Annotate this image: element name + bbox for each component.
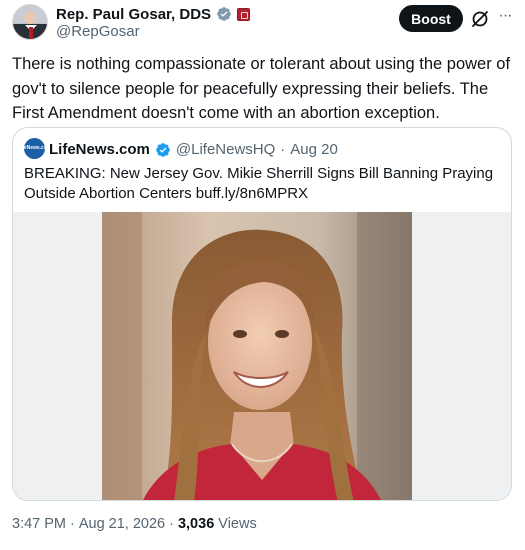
- grok-icon[interactable]: [470, 9, 490, 29]
- meta-separator: ·: [169, 516, 174, 532]
- quote-header: LifeNews.com @LifeNewsHQ · Aug 20: [49, 141, 338, 158]
- lifenews-logo-icon: LifeNews.com: [18, 138, 51, 159]
- views-count[interactable]: 3,036: [178, 516, 214, 532]
- verified-badge-icon: [217, 7, 231, 21]
- more-options-icon[interactable]: ···: [494, 8, 516, 28]
- tweet: Rep. Paul Gosar, DDS @RepGosar Boost ···…: [0, 0, 525, 550]
- portrait-photo: [102, 212, 412, 500]
- author-name-row: Rep. Paul Gosar, DDS: [56, 5, 251, 23]
- quote-author-handle[interactable]: @LifeNewsHQ: [176, 141, 275, 158]
- tweet-date[interactable]: Aug 21, 2026: [79, 516, 165, 532]
- house-seal-icon: [237, 7, 251, 21]
- verified-badge-icon: [156, 142, 170, 157]
- author-avatar[interactable]: [12, 4, 48, 40]
- quote-media[interactable]: [13, 212, 511, 500]
- meta-separator: ·: [70, 516, 75, 532]
- quoted-tweet-card[interactable]: LifeNews.com LifeNews.com @LifeNewsHQ · …: [12, 127, 512, 501]
- views-label: Views: [218, 516, 257, 532]
- tweet-time[interactable]: 3:47 PM: [12, 516, 66, 532]
- quote-separator: ·: [280, 141, 286, 158]
- quote-date[interactable]: Aug 20: [290, 141, 338, 158]
- author-handle[interactable]: @RepGosar: [56, 23, 140, 40]
- boost-button[interactable]: Boost: [399, 5, 463, 32]
- quote-author-name[interactable]: LifeNews.com: [49, 141, 150, 158]
- author-display-name[interactable]: Rep. Paul Gosar, DDS: [56, 6, 211, 23]
- tweet-meta: 3:47 PM · Aug 21, 2026 · 3,036 Views: [12, 516, 257, 532]
- quote-text: BREAKING: New Jersey Gov. Mikie Sherrill…: [24, 165, 494, 202]
- tweet-text: There is nothing compassionate or tolera…: [12, 55, 511, 122]
